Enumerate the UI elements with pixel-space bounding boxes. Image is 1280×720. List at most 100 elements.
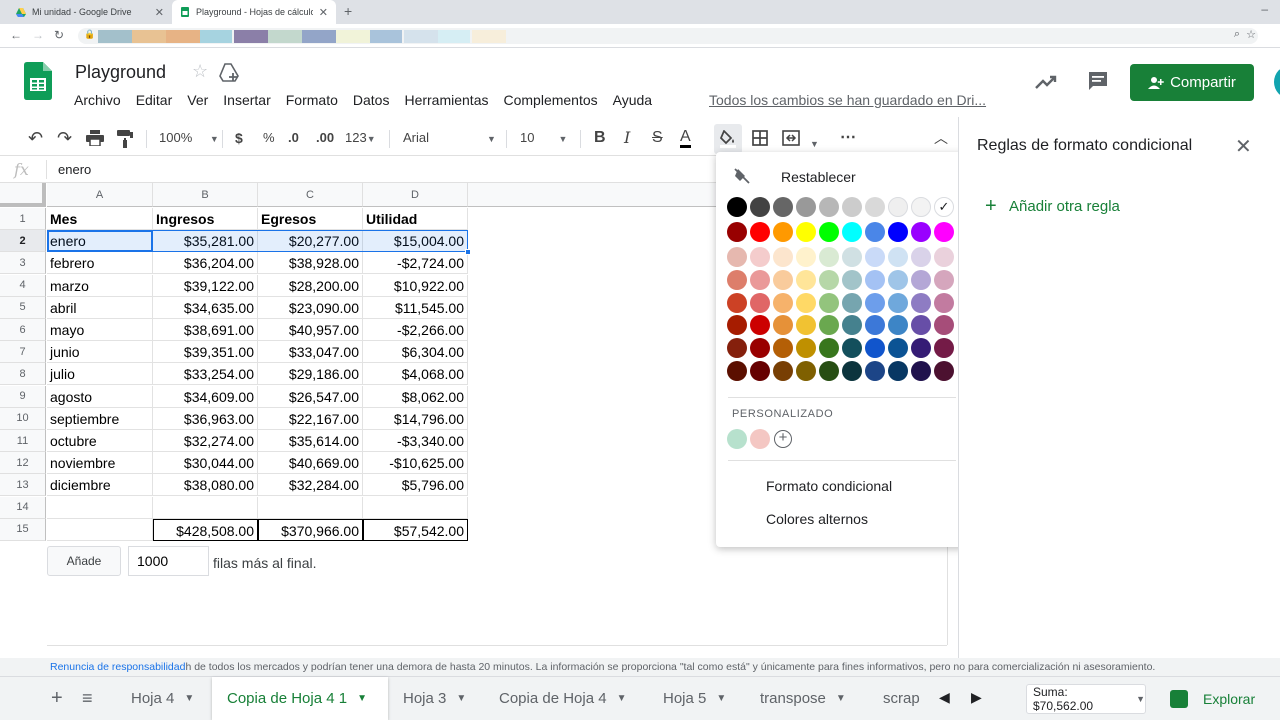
- zoom-icon[interactable]: ⌕: [1234, 28, 1240, 41]
- bookmark-star-icon[interactable]: ☆: [1246, 28, 1256, 41]
- font-select[interactable]: Arial ▼: [403, 128, 496, 149]
- column-header-b[interactable]: B: [153, 183, 258, 207]
- close-tab-icon[interactable]: ✕: [319, 6, 328, 19]
- cell-c3[interactable]: $38,928.00: [258, 252, 363, 275]
- font-size-select[interactable]: 10 ▼: [520, 128, 567, 149]
- row-header-6[interactable]: 6: [0, 319, 46, 341]
- bookmark-item[interactable]: [268, 30, 302, 43]
- bookmark-item[interactable]: [438, 30, 470, 43]
- cell-b1[interactable]: Ingresos: [153, 208, 258, 230]
- cell-d7[interactable]: $6,304.00: [363, 341, 468, 364]
- color-swatch[interactable]: [819, 338, 839, 358]
- cell-a11[interactable]: octubre: [47, 430, 153, 452]
- color-swatch[interactable]: [727, 247, 747, 267]
- color-swatch[interactable]: [934, 315, 954, 335]
- all-sheets-icon[interactable]: ≡: [82, 688, 93, 709]
- cell-c13[interactable]: $32,284.00: [258, 474, 363, 497]
- color-swatch[interactable]: [842, 315, 862, 335]
- column-header-d[interactable]: D: [363, 183, 468, 207]
- color-swatch[interactable]: [934, 338, 954, 358]
- color-swatch[interactable]: [865, 222, 885, 242]
- move-to-drive-icon[interactable]: [219, 62, 239, 82]
- cell-c7[interactable]: $33,047.00: [258, 341, 363, 364]
- collapse-menu-icon[interactable]: ︿: [934, 128, 948, 148]
- row-header-4[interactable]: 4: [0, 274, 46, 297]
- color-swatch[interactable]: [773, 338, 793, 358]
- cell-b14[interactable]: [153, 496, 258, 519]
- color-swatch[interactable]: [727, 293, 747, 313]
- color-swatch[interactable]: [888, 247, 908, 267]
- color-swatch[interactable]: [773, 270, 793, 290]
- reset-color-option[interactable]: Restablecer: [734, 168, 856, 186]
- minimize-window-icon[interactable]: –: [1261, 2, 1268, 16]
- color-swatch[interactable]: [796, 361, 816, 381]
- color-swatch[interactable]: [750, 338, 770, 358]
- menu-insertar[interactable]: Insertar: [223, 92, 270, 108]
- color-swatch[interactable]: [796, 197, 816, 217]
- color-swatch[interactable]: [796, 222, 816, 242]
- cell-b9[interactable]: $34,609.00: [153, 385, 258, 408]
- column-header-c[interactable]: C: [258, 183, 363, 207]
- sheet-tab-7[interactable]: scrap: [868, 677, 928, 720]
- row-header-3[interactable]: 3: [0, 252, 46, 275]
- color-swatch[interactable]: [796, 270, 816, 290]
- custom-color-swatch[interactable]: [727, 429, 747, 449]
- color-swatch[interactable]: [819, 247, 839, 267]
- row-header-14[interactable]: 14: [0, 496, 46, 519]
- sheet-tab-6[interactable]: transpose ▼: [745, 677, 868, 720]
- color-swatch[interactable]: [750, 247, 770, 267]
- cell-c10[interactable]: $22,167.00: [258, 407, 363, 430]
- share-button[interactable]: Compartir: [1130, 64, 1254, 101]
- color-swatch[interactable]: [750, 315, 770, 335]
- column-header-a[interactable]: A: [47, 183, 153, 207]
- color-swatch[interactable]: [727, 338, 747, 358]
- color-swatch[interactable]: [888, 293, 908, 313]
- color-swatch[interactable]: [911, 338, 931, 358]
- row-header-13[interactable]: 13: [0, 474, 46, 497]
- menu-editar[interactable]: Editar: [136, 92, 173, 108]
- color-swatch[interactable]: ✓: [934, 197, 954, 217]
- color-swatch[interactable]: [934, 361, 954, 381]
- reload-icon[interactable]: ↻: [54, 28, 64, 42]
- increase-decimal-button[interactable]: .00: [316, 128, 334, 148]
- cell-d1[interactable]: Utilidad: [363, 208, 468, 230]
- row-header-15[interactable]: 15: [0, 518, 46, 541]
- cell-d10[interactable]: $14,796.00: [363, 407, 468, 430]
- cell-b15[interactable]: $428,508.00: [153, 518, 258, 541]
- color-swatch[interactable]: [934, 270, 954, 290]
- horizontal-scrollbar[interactable]: [47, 645, 947, 658]
- cell-b8[interactable]: $33,254.00: [153, 363, 258, 386]
- redo-icon[interactable]: ↷: [57, 128, 72, 148]
- bookmark-item[interactable]: [370, 30, 402, 43]
- color-swatch[interactable]: [842, 222, 862, 242]
- chevron-down-icon[interactable]: ▼: [810, 134, 819, 154]
- row-header-12[interactable]: 12: [0, 452, 46, 475]
- color-swatch[interactable]: [911, 361, 931, 381]
- color-swatch[interactable]: [842, 338, 862, 358]
- cell-a9[interactable]: agosto: [47, 385, 153, 408]
- color-swatch[interactable]: [773, 361, 793, 381]
- cell-c5[interactable]: $23,090.00: [258, 296, 363, 319]
- percent-format-button[interactable]: %: [263, 128, 275, 148]
- decrease-decimal-button[interactable]: .0: [288, 128, 299, 148]
- color-swatch[interactable]: [911, 315, 931, 335]
- color-swatch[interactable]: [819, 315, 839, 335]
- bookmark-item[interactable]: [98, 30, 132, 43]
- print-icon[interactable]: [86, 130, 104, 146]
- sheet-tab-4[interactable]: Copia de Hoja 4 ▼: [484, 677, 648, 720]
- scroll-tabs-right-icon[interactable]: ▶: [971, 689, 982, 706]
- cell-d12[interactable]: -$10,625.00: [363, 452, 468, 475]
- row-header-1[interactable]: 1: [0, 208, 46, 230]
- color-swatch[interactable]: [911, 293, 931, 313]
- document-title[interactable]: Playground: [75, 62, 166, 83]
- row-header-5[interactable]: 5: [0, 296, 46, 319]
- forward-icon[interactable]: →: [32, 28, 44, 42]
- color-swatch[interactable]: [934, 293, 954, 313]
- add-rows-button[interactable]: Añade: [47, 546, 121, 576]
- cell-d9[interactable]: $8,062.00: [363, 385, 468, 408]
- color-swatch[interactable]: [727, 361, 747, 381]
- cell-b4[interactable]: $39,122.00: [153, 274, 258, 297]
- row-header-2[interactable]: 2: [0, 230, 46, 253]
- cell-c6[interactable]: $40,957.00: [258, 319, 363, 341]
- more-options-icon[interactable]: ⋯: [840, 128, 856, 148]
